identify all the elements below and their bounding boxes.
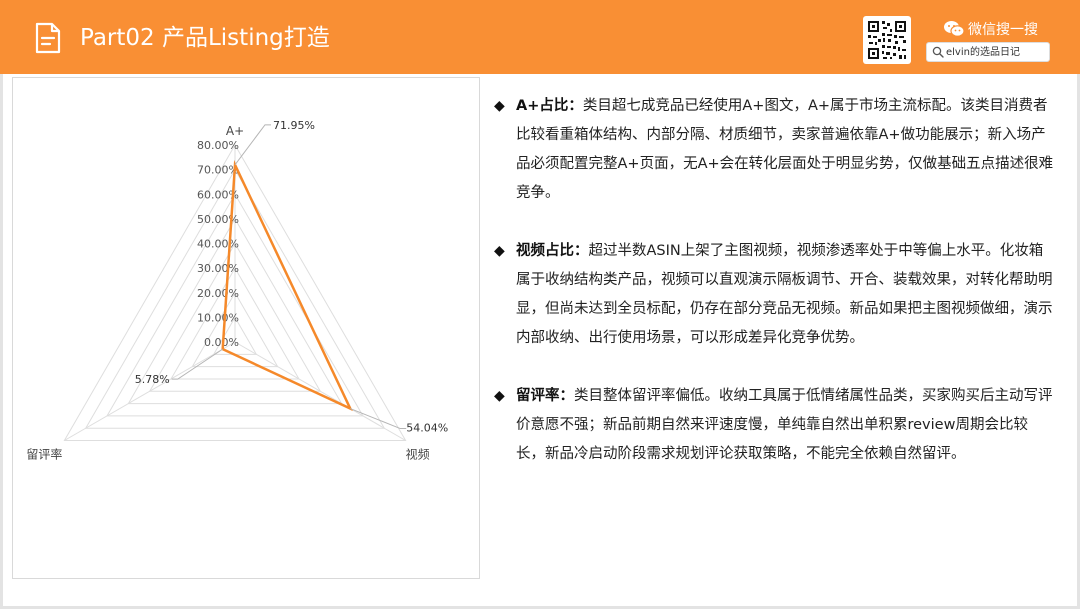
tick-label: 40.00% <box>197 238 239 251</box>
tick-label: 80.00% <box>197 139 239 152</box>
bullet-text: 类目超七成竞品已经使用A+图文，A+属于市场主流标配。该类目消费者比较看重箱体结… <box>516 98 1054 201</box>
document-icon <box>35 22 61 54</box>
bullet-text: 类目整体留评率偏低。收纳工具属于低情绪属性品类，买家购买后主动写评价意愿不强；新… <box>516 388 1053 462</box>
tick-label: 70.00% <box>197 164 239 177</box>
header-bar: Part02 产品Listing打造 微信搜一搜 elvin的选品日记 <box>0 0 1080 74</box>
bullet-text: 超过半数ASIN上架了主图视频，视频渗透率处于中等偏上水平。化妆箱属于收纳结构类… <box>516 243 1053 346</box>
diamond-bullet-icon: ◆ <box>494 243 505 259</box>
bullet-review-rate: ◆ 留评率：类目整体留评率偏低。收纳工具属于低情绪属性品类，买家购买后主动写评价… <box>494 382 1054 469</box>
bullet-lead: A+占比： <box>516 98 583 114</box>
axis-label: 视频 <box>406 447 430 462</box>
search-text: elvin的选品日记 <box>946 47 1020 58</box>
data-label: 5.78% <box>135 373 170 386</box>
wechat-search-label: 微信搜一搜 <box>968 22 1038 38</box>
search-box[interactable]: elvin的选品日记 <box>926 42 1050 62</box>
radar-chart-svg: 0.00%10.00%20.00%30.00%40.00%50.00%60.00… <box>26 119 448 462</box>
radar-chart: 0.00% 10.00% 20.00% 30.00% 40.00% 50.00% 60.00… <box>12 77 480 579</box>
data-label: 71.95% <box>273 119 315 132</box>
search-icon <box>932 46 944 58</box>
tick-label: 20.00% <box>197 287 239 300</box>
wechat-icon <box>944 21 965 37</box>
tick-label: 30.00% <box>197 262 239 275</box>
tick-label: 10.00% <box>197 311 239 324</box>
diamond-bullet-icon: ◆ <box>494 388 505 404</box>
data-label: 54.04% <box>406 422 448 435</box>
bullet-video: ◆ 视频占比：超过半数ASIN上架了主图视频，视频渗透率处于中等偏上水平。化妆箱… <box>494 237 1054 353</box>
page-title: Part02 产品Listing打造 <box>80 25 330 51</box>
qr-code-icon[interactable] <box>863 16 911 64</box>
bullet-lead: 视频占比： <box>516 243 589 259</box>
bullet-list: ◆ A+占比：类目超七成竞品已经使用A+图文，A+属于市场主流标配。该类目消费者… <box>494 92 1054 498</box>
diamond-bullet-icon: ◆ <box>494 98 505 114</box>
axis-label: A+ <box>226 124 244 138</box>
tick-label: 0.00% <box>204 336 239 349</box>
bullet-aplus: ◆ A+占比：类目超七成竞品已经使用A+图文，A+属于市场主流标配。该类目消费者… <box>494 92 1054 208</box>
axis-label: 留评率 <box>26 447 62 462</box>
bullet-lead: 留评率： <box>516 388 574 404</box>
